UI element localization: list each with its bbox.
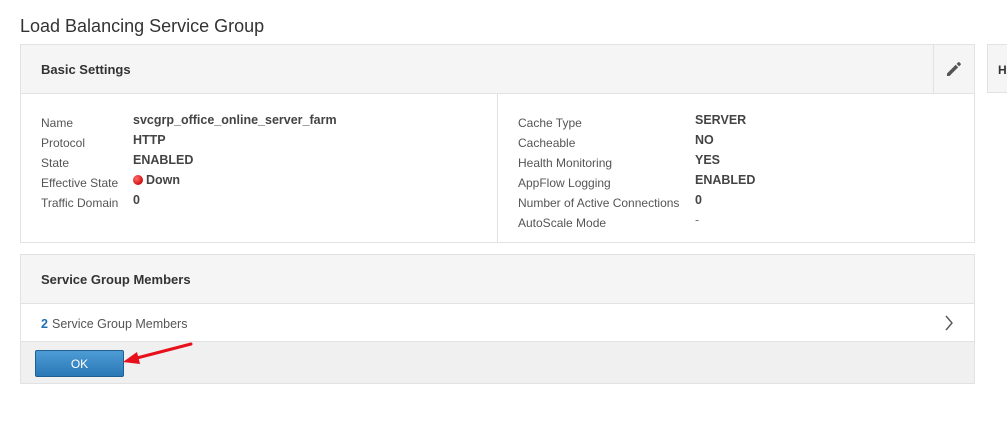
side-panel-label: H <box>998 63 1007 77</box>
members-count[interactable]: 2 <box>41 317 48 331</box>
property-value: 0 <box>695 193 702 207</box>
effective-state-text: Down <box>146 173 181 187</box>
property-label: Number of Active Connections <box>518 196 680 210</box>
property-value: NO <box>695 133 714 147</box>
ok-button[interactable]: OK <box>35 350 124 377</box>
page-title: Load Balancing Service Group <box>20 16 265 36</box>
property-value: ENABLED <box>133 153 194 167</box>
red-arrow-icon <box>123 342 193 364</box>
property-value: SERVER <box>695 113 747 127</box>
property-label: Effective State <box>41 176 119 190</box>
page: Load Balancing Service Group Basic Setti… <box>0 0 1007 431</box>
chevron-right-icon[interactable] <box>944 315 954 331</box>
property-label: AppFlow Logging <box>518 176 611 190</box>
property-label: Traffic Domain <box>41 196 119 210</box>
property-value: svcgrp_office_online_server_farm <box>133 113 337 127</box>
property-value: HTTP <box>133 133 166 147</box>
property-value: YES <box>695 153 721 167</box>
members-label: Service Group Members <box>52 317 188 331</box>
pencil-icon <box>947 62 961 76</box>
basic-settings-header: Basic Settings <box>21 45 974 94</box>
basic-settings-title: Basic Settings <box>41 62 131 77</box>
side-panel[interactable]: H <box>987 44 1007 93</box>
property-label: Cacheable <box>518 136 576 150</box>
property-value: - <box>695 213 700 227</box>
basic-settings-panel: Basic Settings Name svcgrp_office_online… <box>20 44 975 243</box>
property-value: Down <box>133 173 180 187</box>
edit-button[interactable] <box>933 45 974 93</box>
property-value: 0 <box>133 193 140 207</box>
property-label: Protocol <box>41 136 86 150</box>
service-group-members-link[interactable]: 2 Service Group Members <box>21 304 974 342</box>
property-label: Health Monitoring <box>518 156 613 170</box>
property-label: AutoScale Mode <box>518 216 607 230</box>
status-dot-icon <box>133 175 143 185</box>
property-label: Name <box>41 116 74 130</box>
property-label: Cache Type <box>518 116 582 130</box>
basic-settings-properties: Name svcgrp_office_online_server_farm Pr… <box>21 94 974 242</box>
service-group-members-title: Service Group Members <box>41 272 191 287</box>
column-divider <box>497 94 498 242</box>
property-label: State <box>41 156 70 170</box>
property-value: ENABLED <box>695 173 756 187</box>
service-group-members-header: Service Group Members <box>21 255 974 304</box>
